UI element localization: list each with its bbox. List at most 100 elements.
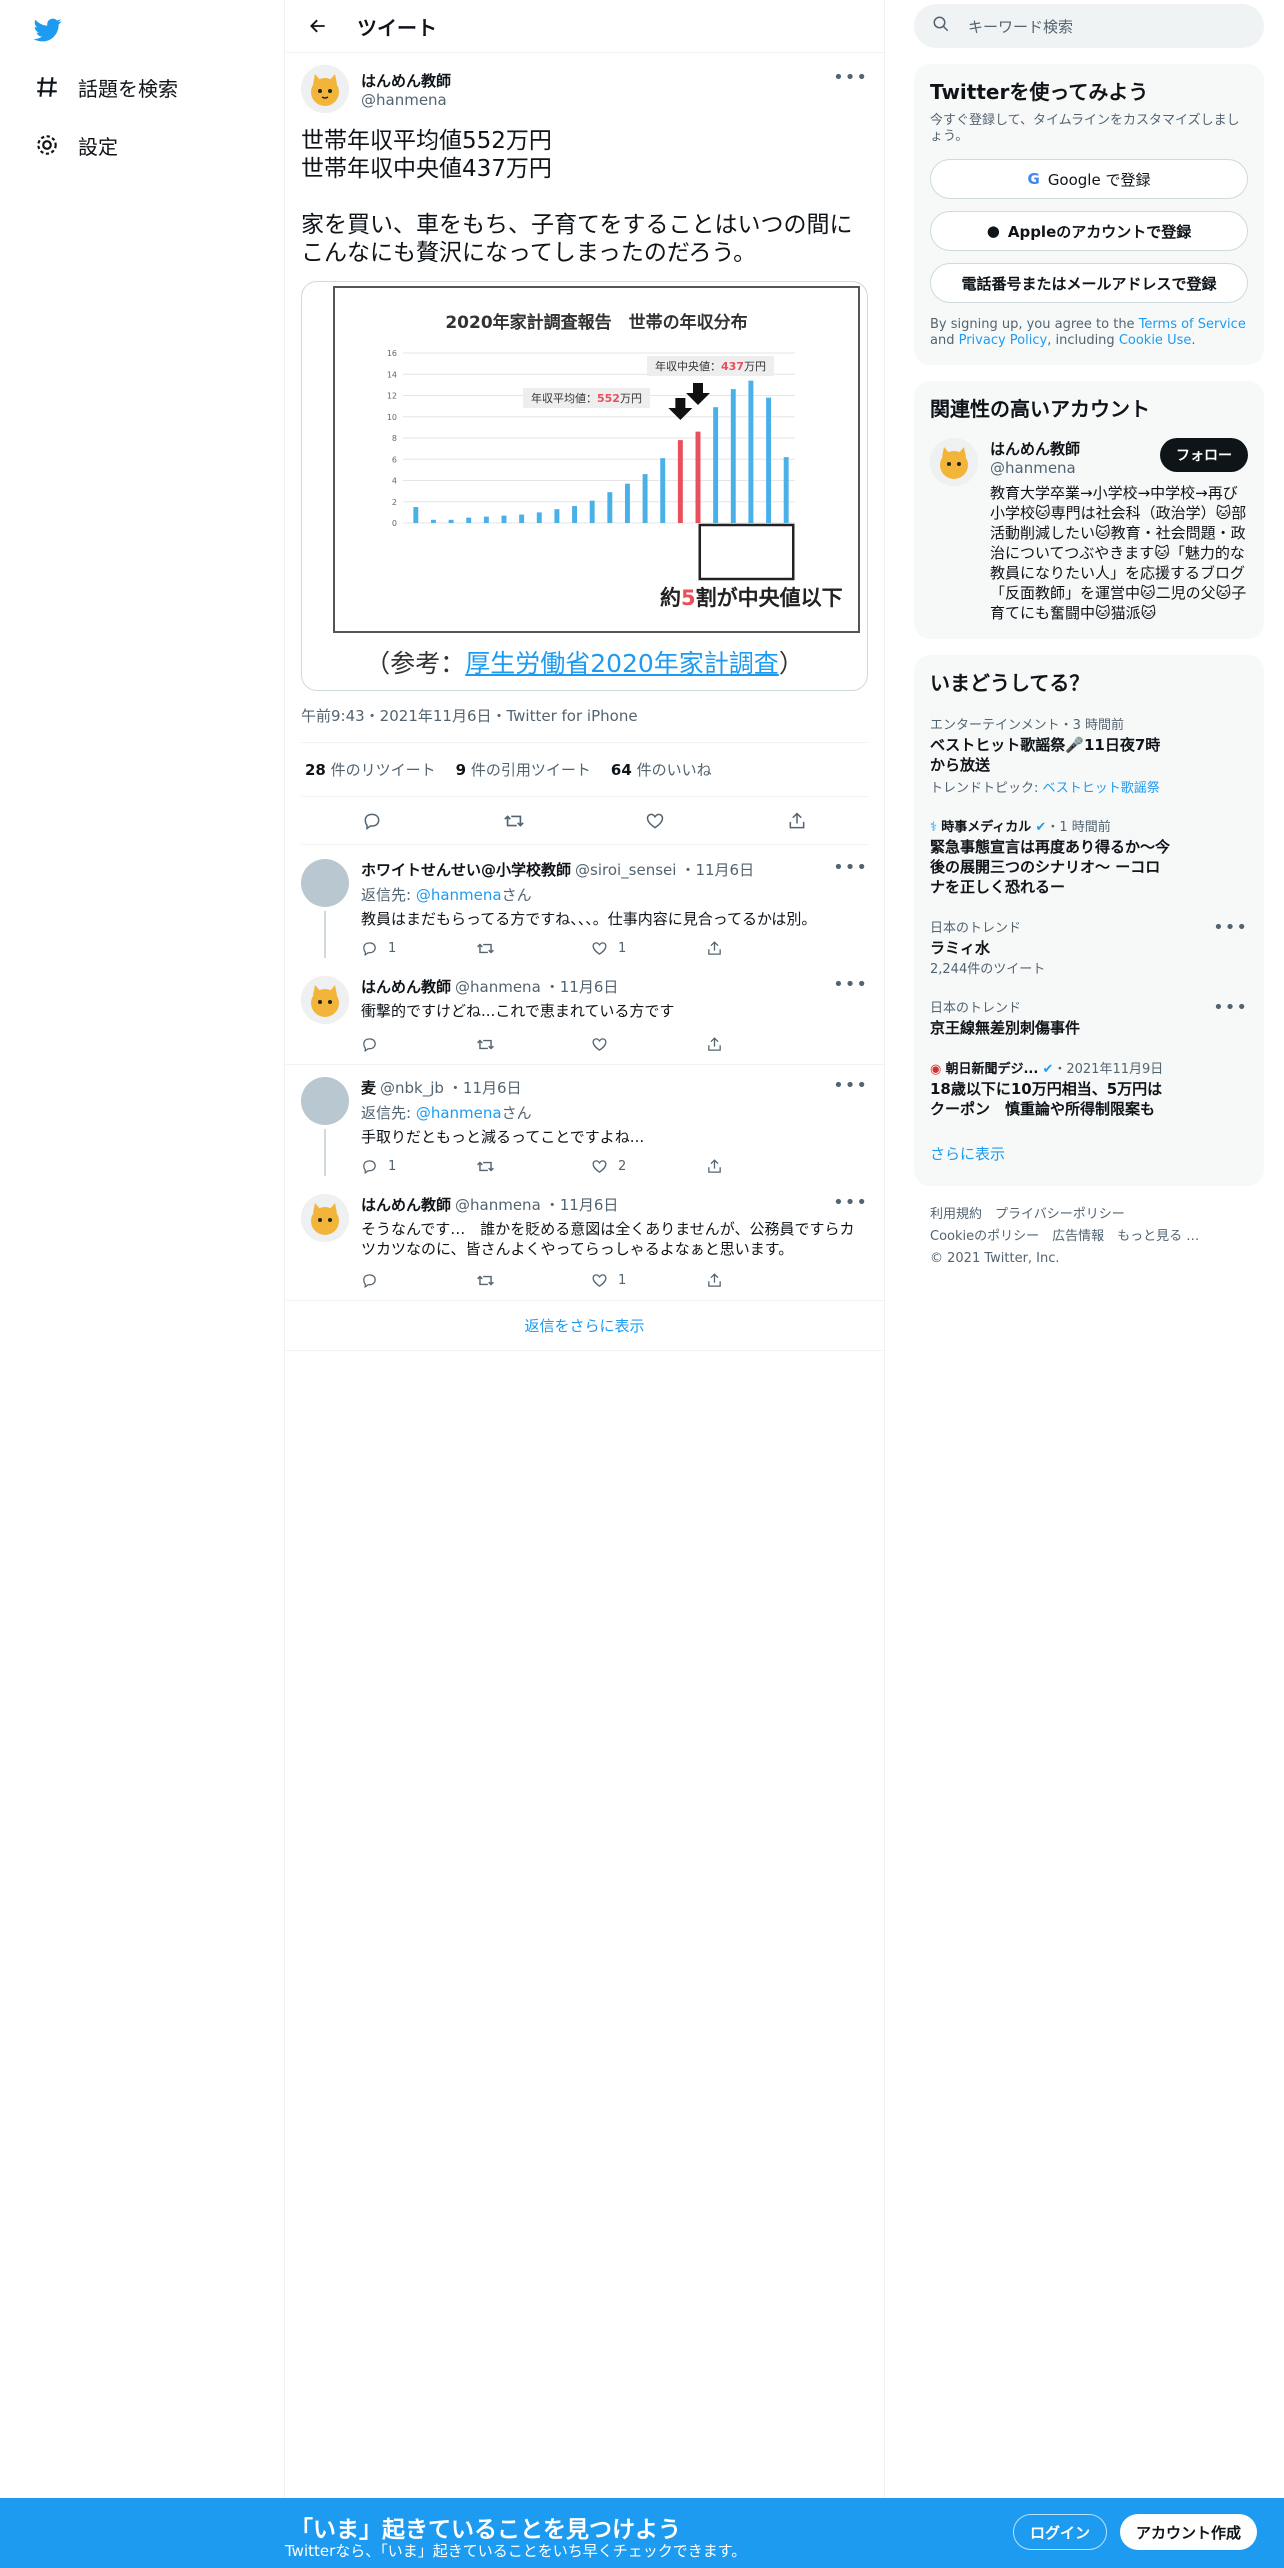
- tweet-media[interactable]: 2020年家計調査報告 世帯の年収分布 0 2 4 6 8 10 12 14 16 年収中央値：…: [301, 281, 868, 691]
- y-tick-label: 6: [392, 455, 397, 464]
- tweet-timestamp[interactable]: 午前9:43・2021年11月6日・Twitter for iPhone: [301, 705, 868, 743]
- author-name[interactable]: はんめん教師: [361, 70, 451, 91]
- related-account[interactable]: はんめん教師 @hanmena フォロー 教育大学卒業→小学校→中学校→再び小学…: [930, 438, 1248, 623]
- reply-date[interactable]: ・11月6日: [545, 1194, 619, 1215]
- reply-button[interactable]: 1: [361, 939, 476, 958]
- reply-author-name[interactable]: はんめん教師: [361, 1194, 451, 1215]
- reply-author-handle[interactable]: @hanmena: [455, 978, 541, 996]
- reply-tweet[interactable]: 麦 @nbk_jb ・11月6日 返信先: @hanmenaさん 手取りだともっと減…: [285, 1065, 884, 1186]
- share-button[interactable]: [706, 1035, 821, 1054]
- reply-icon[interactable]: [355, 804, 389, 838]
- nav-settings[interactable]: 設定: [30, 125, 118, 165]
- retweet-button[interactable]: [476, 1157, 591, 1176]
- reply-tweet[interactable]: ホワイトせんせい@小学校教師 @siroi_sensei ・11月6日 返信先: @…: [285, 845, 884, 968]
- reply-date[interactable]: ・11月6日: [448, 1077, 522, 1098]
- chart-bar: [766, 397, 772, 523]
- share-icon: [708, 1273, 721, 1287]
- more-icon[interactable]: •••: [1213, 997, 1248, 1018]
- reply-author-handle[interactable]: @nbk_jb: [380, 1079, 444, 1097]
- trend-item[interactable]: エンターテインメント・3 時間前 ベストヒット歌謡祭🎤11日夜7時から放送 トレ…: [930, 704, 1248, 806]
- chart-bar: [730, 389, 736, 523]
- related-handle[interactable]: @hanmena: [990, 459, 1080, 477]
- more-icon[interactable]: •••: [1213, 917, 1248, 938]
- footer-line[interactable]: Cookieのポリシー 広告情報 もっと見る …: [930, 1226, 1264, 1248]
- more-icon[interactable]: •••: [833, 67, 868, 88]
- main-header: ツイート: [285, 0, 884, 53]
- retweet-button[interactable]: [476, 1271, 591, 1290]
- back-button[interactable]: [301, 9, 335, 43]
- like-button[interactable]: 1: [591, 1271, 706, 1290]
- reply-author-name[interactable]: はんめん教師: [361, 976, 451, 997]
- chart-bar: [607, 492, 613, 523]
- google-signup-button[interactable]: G Google で登録: [930, 159, 1248, 199]
- reply-date[interactable]: ・11月6日: [680, 859, 754, 880]
- avatar[interactable]: [301, 65, 349, 113]
- avatar[interactable]: [301, 1194, 349, 1242]
- footer-line[interactable]: 利用規約 プライバシーポリシー: [930, 1204, 1264, 1226]
- reply-button[interactable]: 1: [361, 1157, 476, 1176]
- reply-author-handle[interactable]: @hanmena: [455, 1196, 541, 1214]
- terms-link[interactable]: Terms of Service: [1139, 317, 1246, 332]
- share-icon[interactable]: [780, 804, 814, 838]
- trend-topic-link[interactable]: ベストヒット歌謡祭: [1043, 781, 1160, 796]
- gear-icon: [30, 128, 64, 162]
- reply-tweet[interactable]: はんめん教師 @hanmena ・11月6日 衝撃的ですけどね...これで恵まれてい…: [285, 968, 884, 1065]
- related-bio: 教育大学卒業→小学校→中学校→再び小学校🐱専門は社会科（政治学）🐱部活動削減した…: [990, 484, 1247, 622]
- share-button[interactable]: [706, 1157, 821, 1176]
- arrow-left-icon: [310, 19, 325, 33]
- more-icon[interactable]: •••: [833, 1192, 868, 1213]
- phone-signup-button[interactable]: 電話番号またはメールアドレスで登録: [930, 263, 1248, 303]
- more-icon[interactable]: •••: [833, 974, 868, 995]
- privacy-link[interactable]: Privacy Policy: [959, 333, 1048, 348]
- arrow-down-icon: [686, 383, 710, 405]
- signup-button[interactable]: アカウント作成: [1120, 2514, 1258, 2550]
- nav-explore[interactable]: 話題を検索: [30, 67, 178, 107]
- news-logo-icon: ◉: [930, 1062, 942, 1077]
- apple-signup-button[interactable]: ● Appleのアカウントで登録: [930, 211, 1248, 251]
- search-input[interactable]: キーワード検索: [914, 4, 1264, 48]
- retweet-icon[interactable]: [497, 804, 531, 838]
- avatar[interactable]: [301, 859, 349, 907]
- share-button[interactable]: [706, 939, 821, 958]
- reply-button[interactable]: [361, 1271, 476, 1290]
- cookie-link[interactable]: Cookie Use: [1119, 333, 1192, 348]
- reply-date[interactable]: ・11月6日: [545, 976, 619, 997]
- reply-author-name[interactable]: ホワイトせんせい@小学校教師: [361, 859, 571, 880]
- trend-item[interactable]: 日本のトレンド 京王線無差別刺傷事件 •••: [930, 987, 1248, 1048]
- cat-avatar-icon: [301, 976, 349, 1024]
- retweet-button[interactable]: [476, 939, 591, 958]
- share-button[interactable]: [706, 1271, 821, 1290]
- follow-button[interactable]: フォロー: [1160, 438, 1248, 472]
- like-count[interactable]: 64 件のいいね: [611, 759, 712, 780]
- trends-show-more[interactable]: さらに表示: [930, 1129, 1248, 1174]
- trend-item[interactable]: ⚕ 時事メディカル ✔・1 時間前 緊急事態宣言は再度あり得るか～今後の展開三つ…: [930, 806, 1248, 907]
- search-placeholder: キーワード検索: [968, 17, 1074, 36]
- like-button[interactable]: 1: [591, 939, 706, 958]
- like-button[interactable]: [591, 1035, 706, 1054]
- retweet-button[interactable]: [476, 1035, 591, 1054]
- more-icon[interactable]: •••: [833, 1075, 868, 1096]
- show-more-replies[interactable]: 返信をさらに表示: [285, 1301, 884, 1351]
- reply-author-handle[interactable]: @siroi_sensei: [575, 861, 676, 879]
- right-sidebar: キーワード検索 Twitterを使ってみよう 今すぐ登録して、タイムラインをカス…: [914, 0, 1264, 1270]
- author-handle[interactable]: @hanmena: [361, 91, 451, 109]
- more-icon[interactable]: •••: [833, 857, 868, 878]
- quote-count[interactable]: 9 件の引用ツイート: [456, 759, 591, 780]
- retweet-count[interactable]: 28 件のリツイート: [305, 759, 436, 780]
- like-button[interactable]: 2: [591, 1157, 706, 1176]
- login-button[interactable]: ログイン: [1013, 2514, 1108, 2550]
- trend-item[interactable]: ◉ 朝日新聞デジ... ✔・2021年11月9日 18歳以下に10万円相当、5万…: [930, 1048, 1248, 1129]
- trend-item[interactable]: 日本のトレンド ラミィ水 2,244件のツイート •••: [930, 907, 1248, 987]
- heart-icon[interactable]: [638, 804, 672, 838]
- avatar[interactable]: [930, 438, 978, 486]
- reference-link[interactable]: 厚生労働省2020年家計調査: [465, 649, 779, 678]
- reply-button[interactable]: [361, 1035, 476, 1054]
- avatar[interactable]: [301, 976, 349, 1024]
- related-name[interactable]: はんめん教師: [990, 438, 1080, 459]
- twitter-logo-icon[interactable]: [32, 16, 64, 44]
- reply-tweet[interactable]: はんめん教師 @hanmena ・11月6日 そうなんです… 誰かを貶める意図は全く…: [285, 1186, 884, 1301]
- avatar[interactable]: [301, 1077, 349, 1125]
- cat-avatar-icon: [301, 65, 349, 113]
- thread-line: [324, 911, 326, 958]
- reply-author-name[interactable]: 麦: [361, 1077, 376, 1098]
